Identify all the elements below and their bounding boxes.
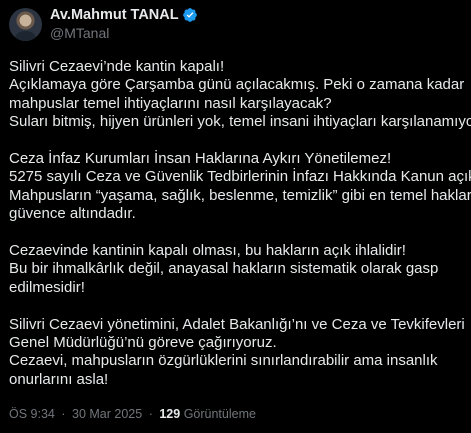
tweet-line: Cezaevi, mahpusların özgürlüklerini sını…	[9, 352, 438, 370]
views-count[interactable]: 129	[159, 407, 180, 421]
tweet-paragraph: Cezaevinde kantinin kapalı olması, bu ha…	[9, 242, 457, 297]
tweet-line: Silivri Cezaevi’nde kantin kapalı!	[9, 58, 225, 75]
tweet-header: Av.Mahmut TANAL @MTanal	[9, 6, 457, 46]
author-info: Av.Mahmut TANAL @MTanal	[50, 6, 198, 42]
tweet-time[interactable]: ÖS 9:34	[9, 407, 55, 421]
tweet-date[interactable]: 30 Mar 2025	[72, 407, 142, 421]
author-handle[interactable]: @MTanal	[50, 24, 198, 42]
tweet-line: onurlarını asla!	[9, 370, 109, 388]
tweet-paragraph: Ceza İnfaz Kurumları İnsan Haklarına Ayk…	[9, 150, 471, 224]
tweet-line: 5275 sayılı Ceza ve Güvenlik Tedbirlerin…	[9, 168, 471, 186]
tweet-line: Açıklamaya göre Çarşamba günü açılacakmı…	[9, 76, 465, 94]
tweet-line: mahpuslar temel ihtiyaçlarını nasıl karş…	[9, 94, 332, 112]
meta-separator: ·	[61, 407, 66, 421]
tweet-line: Cezaevinde kantinin kapalı olması, bu ha…	[9, 242, 406, 260]
meta-separator: ·	[148, 407, 153, 421]
tweet: Av.Mahmut TANAL @MTanal Silivri Cezaevi’…	[0, 0, 471, 433]
tweet-line: Silivri Cezaevi yönetimini, Adalet Bakan…	[9, 315, 465, 333]
tweet-line: edilmesidir!	[9, 278, 85, 296]
tweet-line: Mahpusların “yaşama, sağlık, beslenme, t…	[9, 186, 471, 204]
tweet-line: Suları bitmiş, hijyen ürünleri yok, teme…	[9, 113, 471, 131]
tweet-line: Ceza İnfaz Kurumları İnsan Haklarına Ayk…	[9, 150, 392, 168]
tweet-line: Genel Müdürlüğü’nü göreve çağırıyoruz.	[9, 334, 277, 352]
views-label: Görüntüleme	[183, 407, 256, 421]
author-display-name[interactable]: Av.Mahmut TANAL	[50, 6, 179, 24]
tweet-line: Bu bir ihmalkârlık değil, anayasal hakla…	[9, 260, 439, 278]
avatar[interactable]	[9, 8, 42, 41]
tweet-meta: ÖS 9:34 · 30 Mar 2025 · 129 Görüntüleme	[9, 407, 256, 421]
tweet-line: güvence altındadır.	[9, 205, 136, 223]
tweet-paragraph: Silivri Cezaevi’nde kantin kapalı! Açıkl…	[9, 58, 471, 132]
name-row: Av.Mahmut TANAL	[50, 6, 198, 24]
verified-badge-icon[interactable]	[182, 7, 198, 23]
tweet-text: Silivri Cezaevi’nde kantin kapalı! Açıkl…	[9, 58, 471, 390]
tweet-paragraph: Silivri Cezaevi yönetimini, Adalet Bakan…	[9, 315, 465, 390]
